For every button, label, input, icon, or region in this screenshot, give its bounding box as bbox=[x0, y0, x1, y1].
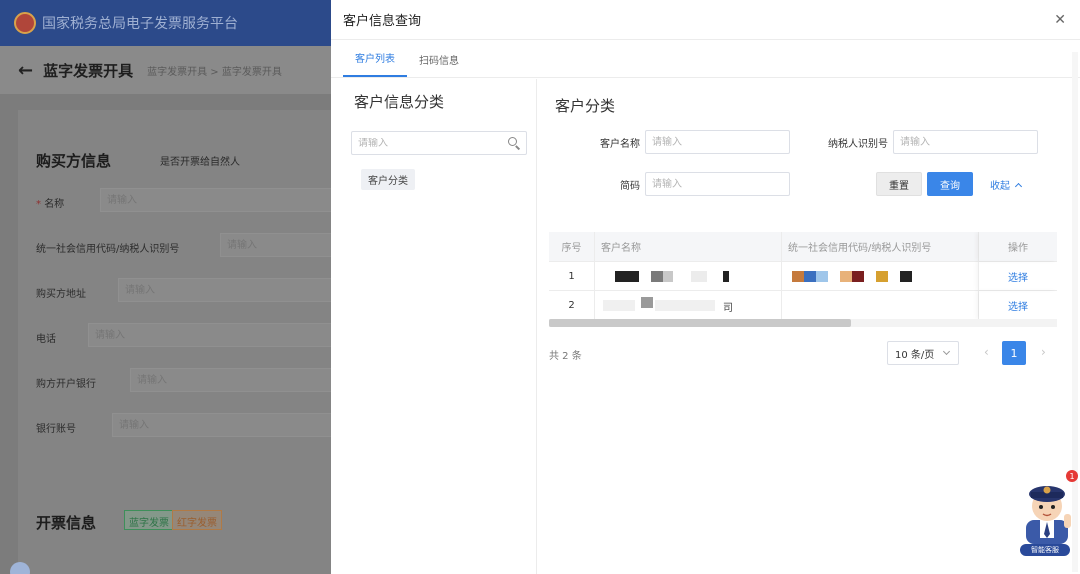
buyer-phone-label: 电话 bbox=[36, 334, 56, 345]
breadcrumb-item[interactable]: 蓝字发票开具 bbox=[147, 67, 207, 78]
query-button[interactable]: 查询 bbox=[927, 172, 973, 196]
back-arrow-icon[interactable]: ← bbox=[18, 60, 33, 81]
search-icon[interactable] bbox=[508, 137, 521, 150]
short-code-input[interactable] bbox=[645, 172, 790, 196]
row-tax-id bbox=[782, 262, 979, 290]
table-row[interactable]: 1 选择 bbox=[549, 262, 1057, 291]
breadcrumb[interactable]: 蓝字发票开具 > 蓝字发票开具 bbox=[147, 63, 282, 78]
tax-id-label: 纳税人识别号 bbox=[828, 139, 888, 150]
buyer-address-label: 购买方地址 bbox=[36, 289, 86, 300]
buyer-account-input[interactable] bbox=[112, 413, 340, 437]
reset-button[interactable]: 重置 bbox=[876, 172, 922, 196]
buyer-bank-label: 购方开户银行 bbox=[36, 379, 96, 390]
customer-panel: 客户分类 客户名称 纳税人识别号 简码 重置 查询 收起 序号 客户名称 统一社… bbox=[538, 79, 1080, 574]
modal-header: 客户信息查询 ✕ bbox=[331, 0, 1080, 40]
classification-heading: 客户信息分类 bbox=[354, 93, 445, 111]
customer-name-input[interactable] bbox=[645, 130, 790, 154]
modal-title: 客户信息查询 bbox=[343, 14, 422, 29]
row-action: 选择 bbox=[979, 291, 1057, 319]
page-size-value: 10 条/页 bbox=[895, 349, 935, 361]
customer-table: 序号 客户名称 统一社会信用代码/纳税人识别号 操作 1 选择 2 司 选择 bbox=[549, 232, 1057, 328]
row-index: 2 bbox=[549, 291, 595, 319]
buyer-address-input[interactable] bbox=[118, 278, 340, 302]
customer-name-label: 客户名称 bbox=[600, 139, 640, 150]
page-size-select[interactable]: 10 条/页 bbox=[887, 341, 959, 365]
tree-node-customer-category[interactable]: 客户分类 bbox=[361, 169, 415, 190]
breadcrumb-item: 蓝字发票开具 bbox=[221, 66, 282, 78]
row-tax-id bbox=[782, 291, 979, 319]
chevron-up-icon bbox=[1014, 182, 1023, 190]
row-index: 1 bbox=[549, 262, 595, 290]
red-invoice-tag[interactable]: 红字发票 bbox=[172, 510, 222, 530]
table-header: 序号 客户名称 统一社会信用代码/纳税人识别号 操作 bbox=[549, 232, 1057, 262]
notification-badge: 1 bbox=[1066, 470, 1078, 482]
customer-category-heading: 客户分类 bbox=[555, 97, 616, 115]
modal-tabs: 客户列表 扫码信息 bbox=[331, 40, 1080, 78]
collapse-link[interactable]: 收起 bbox=[990, 177, 1023, 192]
page-title: 蓝字发票开具 bbox=[43, 61, 134, 80]
buyer-tax-id-input[interactable] bbox=[220, 233, 340, 257]
row-customer-name: 司 bbox=[595, 291, 782, 319]
close-icon[interactable]: ✕ bbox=[1054, 12, 1066, 28]
next-page-icon[interactable]: › bbox=[1041, 345, 1046, 359]
chevron-down-icon bbox=[942, 347, 951, 356]
table-horizontal-scrollbar[interactable] bbox=[549, 319, 1057, 327]
blue-invoice-tag[interactable]: 蓝字发票 bbox=[124, 510, 174, 530]
col-tax-id-header: 统一社会信用代码/纳税人识别号 bbox=[782, 232, 979, 261]
assistant-caption: 智能客服 bbox=[1020, 544, 1070, 556]
buyer-account-label: 银行账号 bbox=[36, 424, 76, 435]
row-customer-name bbox=[595, 262, 782, 290]
invoice-section-title: 开票信息 bbox=[36, 514, 97, 532]
select-link[interactable]: 选择 bbox=[1008, 269, 1028, 284]
buyer-tax-id-label: 统一社会信用代码/纳税人识别号 bbox=[36, 244, 180, 255]
tree-search-input[interactable] bbox=[358, 137, 508, 149]
buyer-name-input[interactable] bbox=[100, 188, 340, 212]
customer-info-modal: 客户信息查询 ✕ 客户列表 扫码信息 客户信息分类 客户分类 客户分类 客户名称… bbox=[331, 0, 1080, 574]
total-count: 共 2 条 bbox=[549, 351, 582, 362]
select-link[interactable]: 选择 bbox=[1008, 298, 1028, 313]
col-action-header: 操作 bbox=[979, 232, 1057, 261]
buyer-phone-input[interactable] bbox=[88, 323, 340, 347]
tree-search-box bbox=[351, 131, 527, 155]
col-name-header: 客户名称 bbox=[595, 232, 782, 261]
collapse-label: 收起 bbox=[990, 181, 1010, 192]
assistant-mascot[interactable]: 1 智能客服 bbox=[1018, 470, 1078, 560]
natural-person-toggle-label[interactable]: 是否开票给自然人 bbox=[160, 153, 240, 168]
tax-emblem-icon bbox=[14, 12, 36, 34]
table-row[interactable]: 2 司 选择 bbox=[549, 291, 1057, 320]
row-action: 选择 bbox=[979, 262, 1057, 290]
masked-name-fragment: 司 bbox=[723, 303, 733, 314]
short-code-label: 简码 bbox=[620, 181, 640, 192]
officer-avatar-icon bbox=[1026, 486, 1071, 544]
tax-id-input[interactable] bbox=[893, 130, 1038, 154]
buyer-bank-input[interactable] bbox=[130, 368, 340, 392]
prev-page-icon[interactable]: ‹ bbox=[984, 345, 989, 359]
tab-scan-info[interactable]: 扫码信息 bbox=[407, 52, 471, 77]
buyer-name-label: * 名称 bbox=[36, 199, 65, 210]
platform-title: 国家税务总局电子发票服务平台 bbox=[42, 16, 238, 32]
buyer-section-title: 购买方信息 bbox=[36, 152, 112, 170]
page-number-active[interactable]: 1 bbox=[1002, 341, 1026, 365]
col-index-header: 序号 bbox=[549, 232, 595, 261]
tab-customer-list[interactable]: 客户列表 bbox=[343, 50, 407, 77]
classification-panel: 客户信息分类 客户分类 bbox=[331, 79, 537, 574]
scrollbar-thumb[interactable] bbox=[549, 319, 851, 327]
